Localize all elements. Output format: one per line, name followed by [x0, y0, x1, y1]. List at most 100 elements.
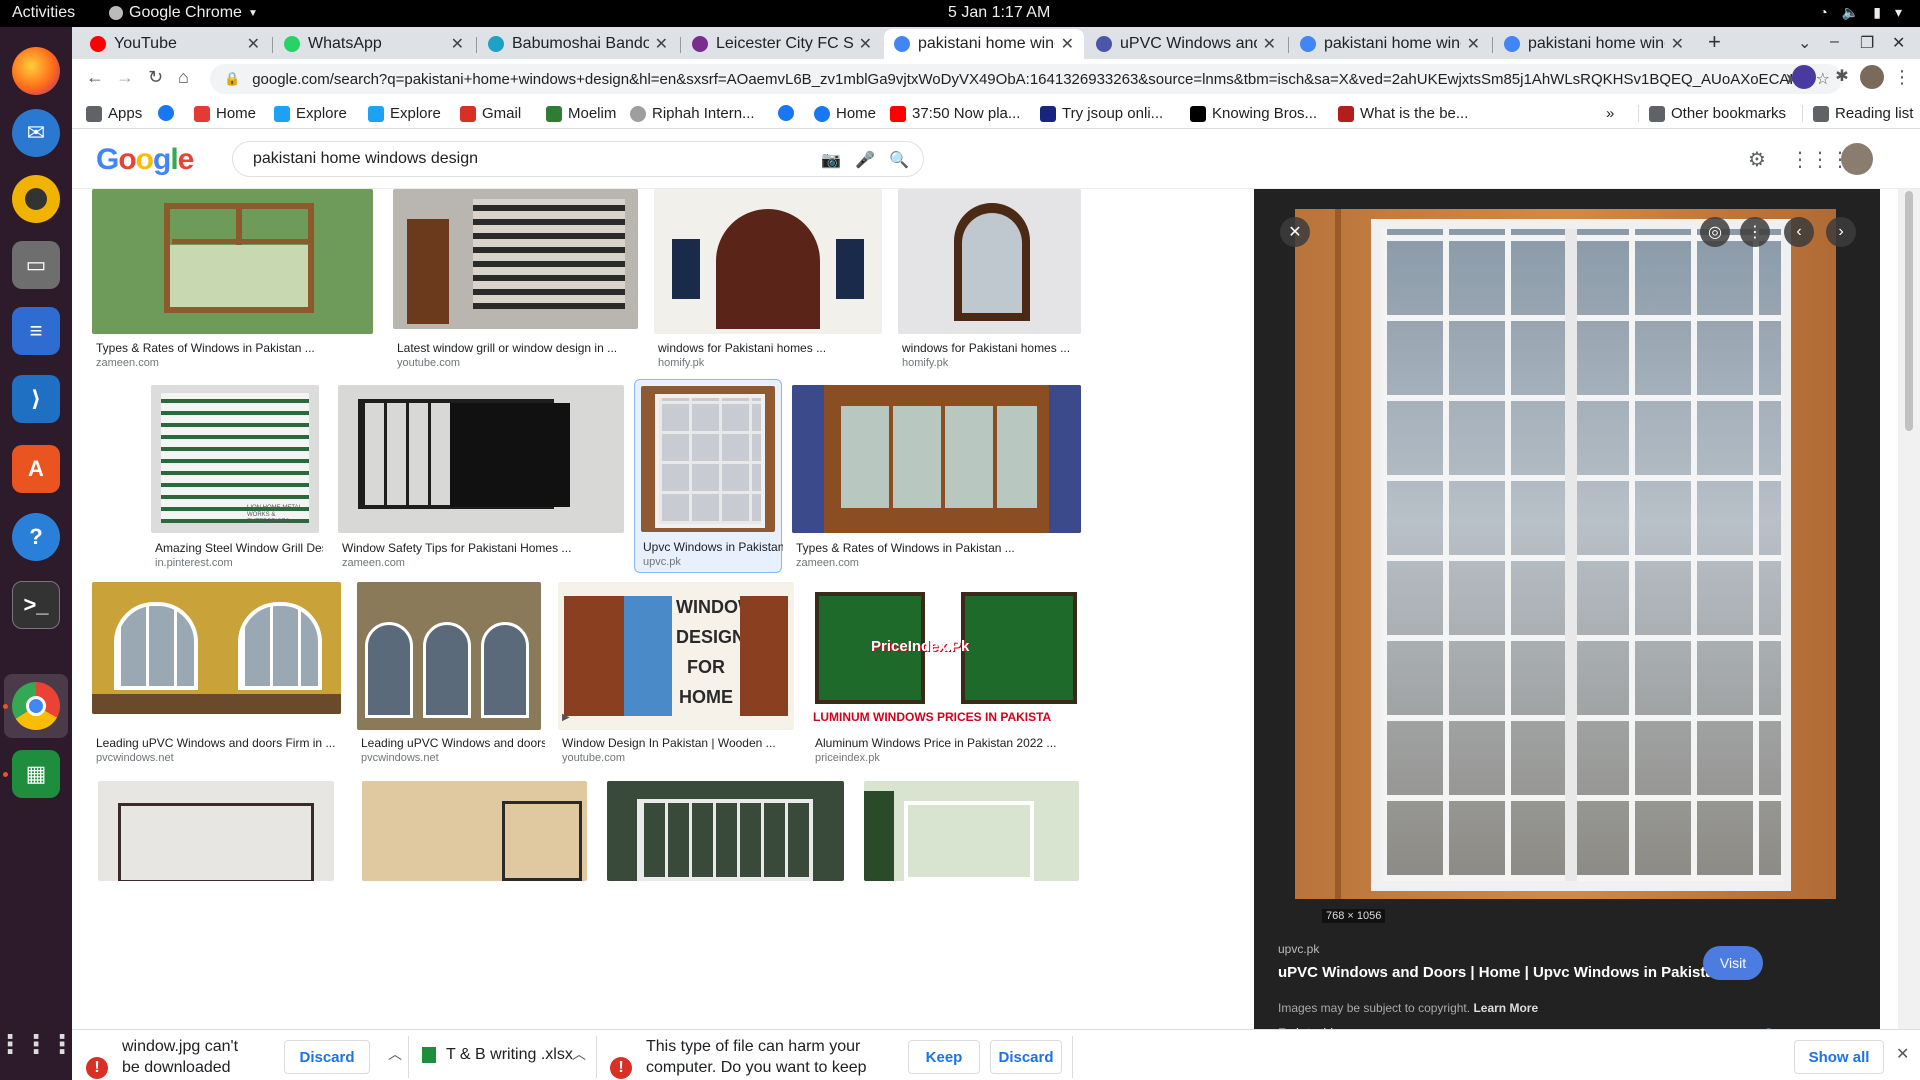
- result-thumbnail[interactable]: [792, 385, 1081, 533]
- reading-list[interactable]: Reading list: [1802, 105, 1913, 122]
- close-icon[interactable]: ✕: [1061, 34, 1074, 54]
- result-thumbnail[interactable]: LION HOME METAL WORKS & ENTERPRISES: [151, 385, 319, 533]
- search-icon[interactable]: 🔍: [889, 150, 909, 170]
- close-icon[interactable]: ✕: [1263, 34, 1276, 54]
- tab-pakistani-home-active[interactable]: pakistani home windo ✕: [884, 29, 1084, 59]
- close-icon[interactable]: ✕: [655, 34, 668, 54]
- vscode-icon[interactable]: ⟩: [12, 375, 60, 423]
- download-item-window-jpg[interactable]: ! window.jpg can't be downloaded securel…: [86, 1036, 250, 1080]
- close-icon[interactable]: ✕: [1467, 34, 1480, 54]
- result-item[interactable]: [362, 781, 587, 931]
- firefox-icon[interactable]: [12, 47, 60, 95]
- avatar[interactable]: [1841, 143, 1873, 175]
- result-thumbnail[interactable]: [654, 189, 882, 334]
- preview-title[interactable]: uPVC Windows and Doors | Home | Upvc Win…: [1278, 964, 1723, 981]
- close-icon[interactable]: ✕: [1671, 34, 1684, 54]
- result-thumbnail[interactable]: [98, 781, 334, 881]
- chrome-dock-icon[interactable]: [12, 682, 60, 730]
- result-item[interactable]: windows for Pakistani homes ... homify.p…: [654, 189, 882, 379]
- libreoffice-calc-icon[interactable]: ▦: [12, 750, 60, 798]
- back-icon[interactable]: ←: [86, 67, 104, 88]
- bookmark-star-icon[interactable]: ☆: [1816, 69, 1830, 89]
- rhythmbox-icon[interactable]: [12, 175, 60, 223]
- bookmark-apps[interactable]: Apps: [86, 105, 142, 122]
- close-icon[interactable]: ✕: [1896, 1044, 1909, 1064]
- result-thumbnail[interactable]: [362, 781, 587, 881]
- bookmark-youtube-video[interactable]: 37:50 Now pla...: [890, 105, 1020, 122]
- visit-button[interactable]: Visit: [1703, 946, 1763, 980]
- result-item[interactable]: [607, 781, 844, 931]
- chevron-up-icon[interactable]: ︿: [388, 1044, 402, 1064]
- activities-button[interactable]: Activities: [12, 4, 75, 22]
- restore-icon[interactable]: ❐: [1860, 33, 1874, 53]
- scrollbar-thumb[interactable]: [1905, 191, 1913, 431]
- mic-icon[interactable]: 🎤: [855, 150, 875, 170]
- close-icon[interactable]: ✕: [247, 34, 260, 54]
- google-logo[interactable]: Google: [96, 143, 194, 177]
- bookmark-gmail[interactable]: Gmail: [460, 105, 521, 122]
- bookmark-explore[interactable]: Explore: [274, 105, 347, 122]
- tab-babumoshai[interactable]: Babumoshai Bandoo ✕: [478, 29, 678, 59]
- help-icon[interactable]: ?: [12, 513, 60, 561]
- discard-button[interactable]: Discard: [990, 1040, 1062, 1074]
- extension-icon[interactable]: [1792, 65, 1816, 89]
- bookmark-home[interactable]: Home: [194, 105, 256, 122]
- other-bookmarks[interactable]: Other bookmarks: [1638, 105, 1786, 122]
- terminal-icon[interactable]: >_: [12, 581, 60, 629]
- bookmark-facebook[interactable]: [158, 105, 174, 121]
- result-item[interactable]: WINDOW DESIGN FOR HOME ▶ Window Design I…: [558, 582, 794, 772]
- clock[interactable]: 5 Jan 1:17 AM: [948, 4, 1050, 22]
- result-thumbnail[interactable]: PriceIndex.Pk LUMINUM WINDOWS PRICES IN …: [811, 582, 1081, 730]
- bookmark-what-is[interactable]: What is the be...: [1338, 105, 1468, 122]
- result-item[interactable]: LION HOME METAL WORKS & ENTERPRISES Amaz…: [151, 385, 323, 575]
- result-item[interactable]: PriceIndex.Pk LUMINUM WINDOWS PRICES IN …: [811, 582, 1081, 772]
- result-thumbnail[interactable]: [393, 189, 638, 329]
- lens-icon[interactable]: ◎: [1700, 217, 1730, 247]
- show-applications-icon[interactable]: ⋮⋮⋮: [0, 1020, 75, 1068]
- software-center-icon[interactable]: A: [12, 445, 60, 493]
- bookmarks-overflow-button[interactable]: »: [1606, 105, 1614, 122]
- tab-youtube[interactable]: YouTube ✕: [80, 29, 270, 59]
- preview-source[interactable]: upvc.pk: [1278, 942, 1319, 956]
- tab-leicester[interactable]: Leicester City FC Squ ✕: [682, 29, 882, 59]
- libreoffice-writer-icon[interactable]: ≡: [12, 307, 60, 355]
- result-thumbnail[interactable]: [357, 582, 541, 730]
- app-menu[interactable]: Google Chrome ▼: [109, 4, 258, 22]
- result-item[interactable]: [92, 781, 335, 931]
- result-item[interactable]: Leading uPVC Windows and doors Fir... pv…: [357, 582, 545, 772]
- result-thumbnail[interactable]: [641, 386, 775, 532]
- download-item-xlsx[interactable]: T & B writing .xlsx: [422, 1044, 573, 1065]
- result-thumbnail[interactable]: [92, 189, 373, 334]
- tab-pakistani-home-3[interactable]: pakistani home windo ✕: [1494, 29, 1694, 59]
- bookmark-knowing-bros[interactable]: Knowing Bros...: [1190, 105, 1317, 122]
- discard-button[interactable]: Discard: [284, 1040, 370, 1074]
- download-item-apk[interactable]: ! This type of file can harm your comput…: [610, 1036, 912, 1080]
- learn-more-link[interactable]: Learn More: [1473, 1001, 1538, 1015]
- forward-icon[interactable]: →: [116, 67, 134, 88]
- close-icon[interactable]: ✕: [859, 34, 872, 54]
- scrollbar[interactable]: [1898, 189, 1920, 1029]
- files-icon[interactable]: ▭: [12, 241, 60, 289]
- result-thumbnail[interactable]: [607, 781, 844, 881]
- home-icon[interactable]: ⌂: [178, 67, 189, 88]
- bookmark-home-2[interactable]: Home: [814, 105, 876, 122]
- result-item-selected[interactable]: Upvc Windows in Pakistan upvc.pk: [634, 379, 783, 573]
- result-thumbnail[interactable]: [338, 385, 624, 533]
- keep-button[interactable]: Keep: [908, 1040, 980, 1074]
- result-item[interactable]: Types & Rates of Windows in Pakistan ...…: [792, 385, 1081, 575]
- result-thumbnail[interactable]: [898, 189, 1081, 334]
- chevron-left-icon[interactable]: ‹: [1784, 217, 1814, 247]
- close-window-icon[interactable]: ✕: [1892, 33, 1905, 53]
- reload-icon[interactable]: ↻: [148, 67, 163, 88]
- close-icon[interactable]: ✕: [451, 34, 464, 54]
- bookmark-riphah[interactable]: Riphah Intern...: [630, 105, 755, 122]
- show-all-button[interactable]: Show all: [1794, 1040, 1884, 1074]
- settings-gear-icon[interactable]: ⚙: [1748, 147, 1766, 172]
- address-bar[interactable]: 🔒 google.com/search?q=pakistani+home+win…: [210, 64, 1842, 94]
- system-tray[interactable]: ◔ 🔈 ▮ ▾: [1819, 4, 1902, 21]
- bookmark-jsoup[interactable]: Try jsoup onli...: [1040, 105, 1163, 122]
- tab-whatsapp[interactable]: WhatsApp ✕: [274, 29, 474, 59]
- result-item[interactable]: [864, 781, 1079, 931]
- bookmark-facebook-2[interactable]: [778, 105, 794, 121]
- tab-search-icon[interactable]: ⌄: [1798, 33, 1811, 53]
